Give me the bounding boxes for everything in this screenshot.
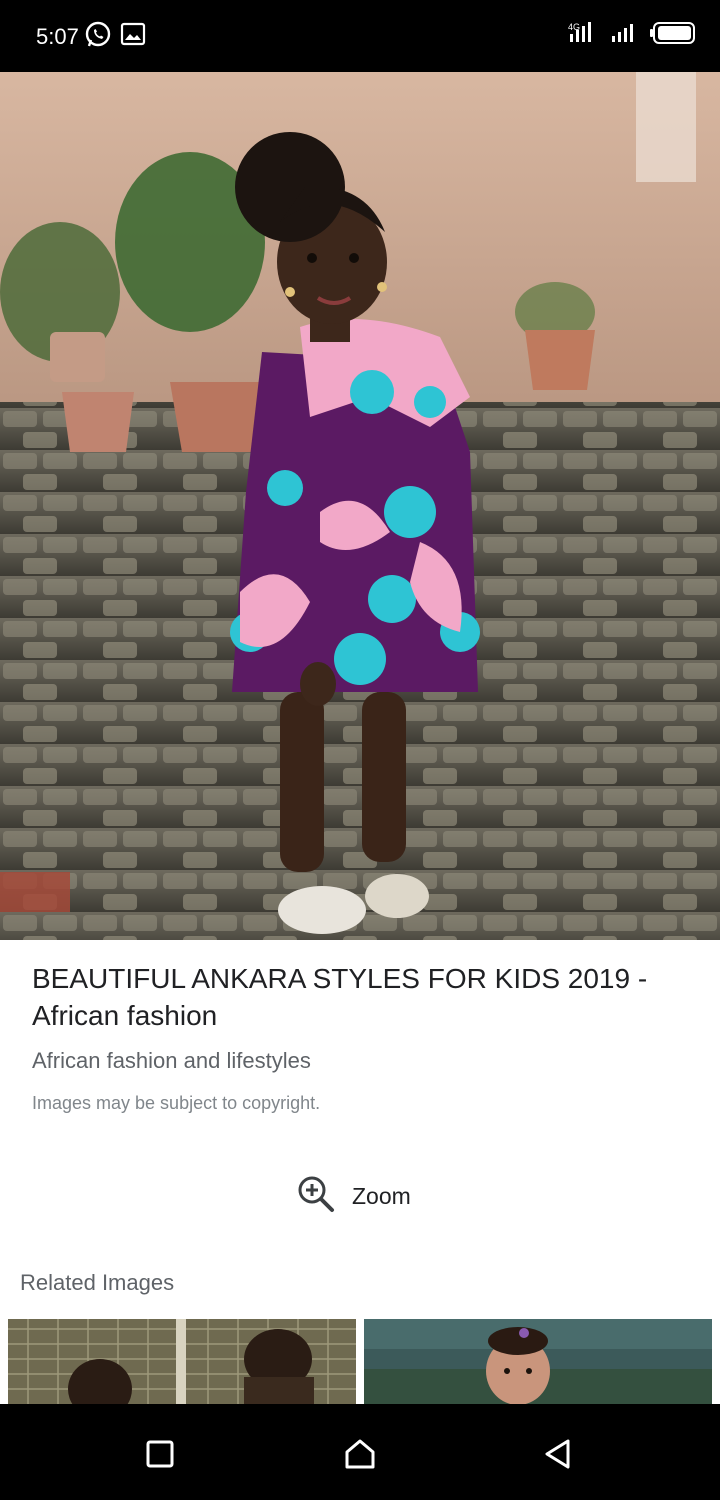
related-image-1[interactable] xyxy=(8,1319,356,1405)
image-icon xyxy=(120,21,146,54)
related-image-2[interactable] xyxy=(364,1319,712,1405)
result-image[interactable] xyxy=(0,72,720,940)
status-bar: 5:07 4G xyxy=(0,0,720,72)
whatsapp-icon xyxy=(84,21,112,54)
recents-icon[interactable] xyxy=(142,1436,178,1472)
signal-4g-icon: 4G xyxy=(568,20,598,51)
home-icon[interactable] xyxy=(342,1436,378,1472)
photo-girl-ankara-dress-icon xyxy=(0,72,720,940)
back-icon[interactable] xyxy=(540,1436,576,1472)
zoom-in-icon xyxy=(296,1174,336,1219)
status-time: 5:07 xyxy=(36,24,79,49)
copyright-notice: Images may be subject to copyright. xyxy=(32,1093,321,1113)
battery-icon xyxy=(650,21,696,50)
zoom-button[interactable]: Zoom xyxy=(296,1172,411,1220)
signal-bars-icon xyxy=(610,20,638,51)
status-system-icons: 4G xyxy=(568,20,696,51)
zoom-label: Zoom xyxy=(352,1182,411,1209)
result-title[interactable]: BEAUTIFUL ANKARA STYLES FOR KIDS 2019 - … xyxy=(32,960,692,1034)
result-source[interactable]: African fashion and lifestyles xyxy=(32,1048,311,1074)
navigation-bar xyxy=(0,1404,720,1500)
related-images-heading: Related Images xyxy=(20,1270,175,1295)
status-notification-icons xyxy=(84,21,146,54)
